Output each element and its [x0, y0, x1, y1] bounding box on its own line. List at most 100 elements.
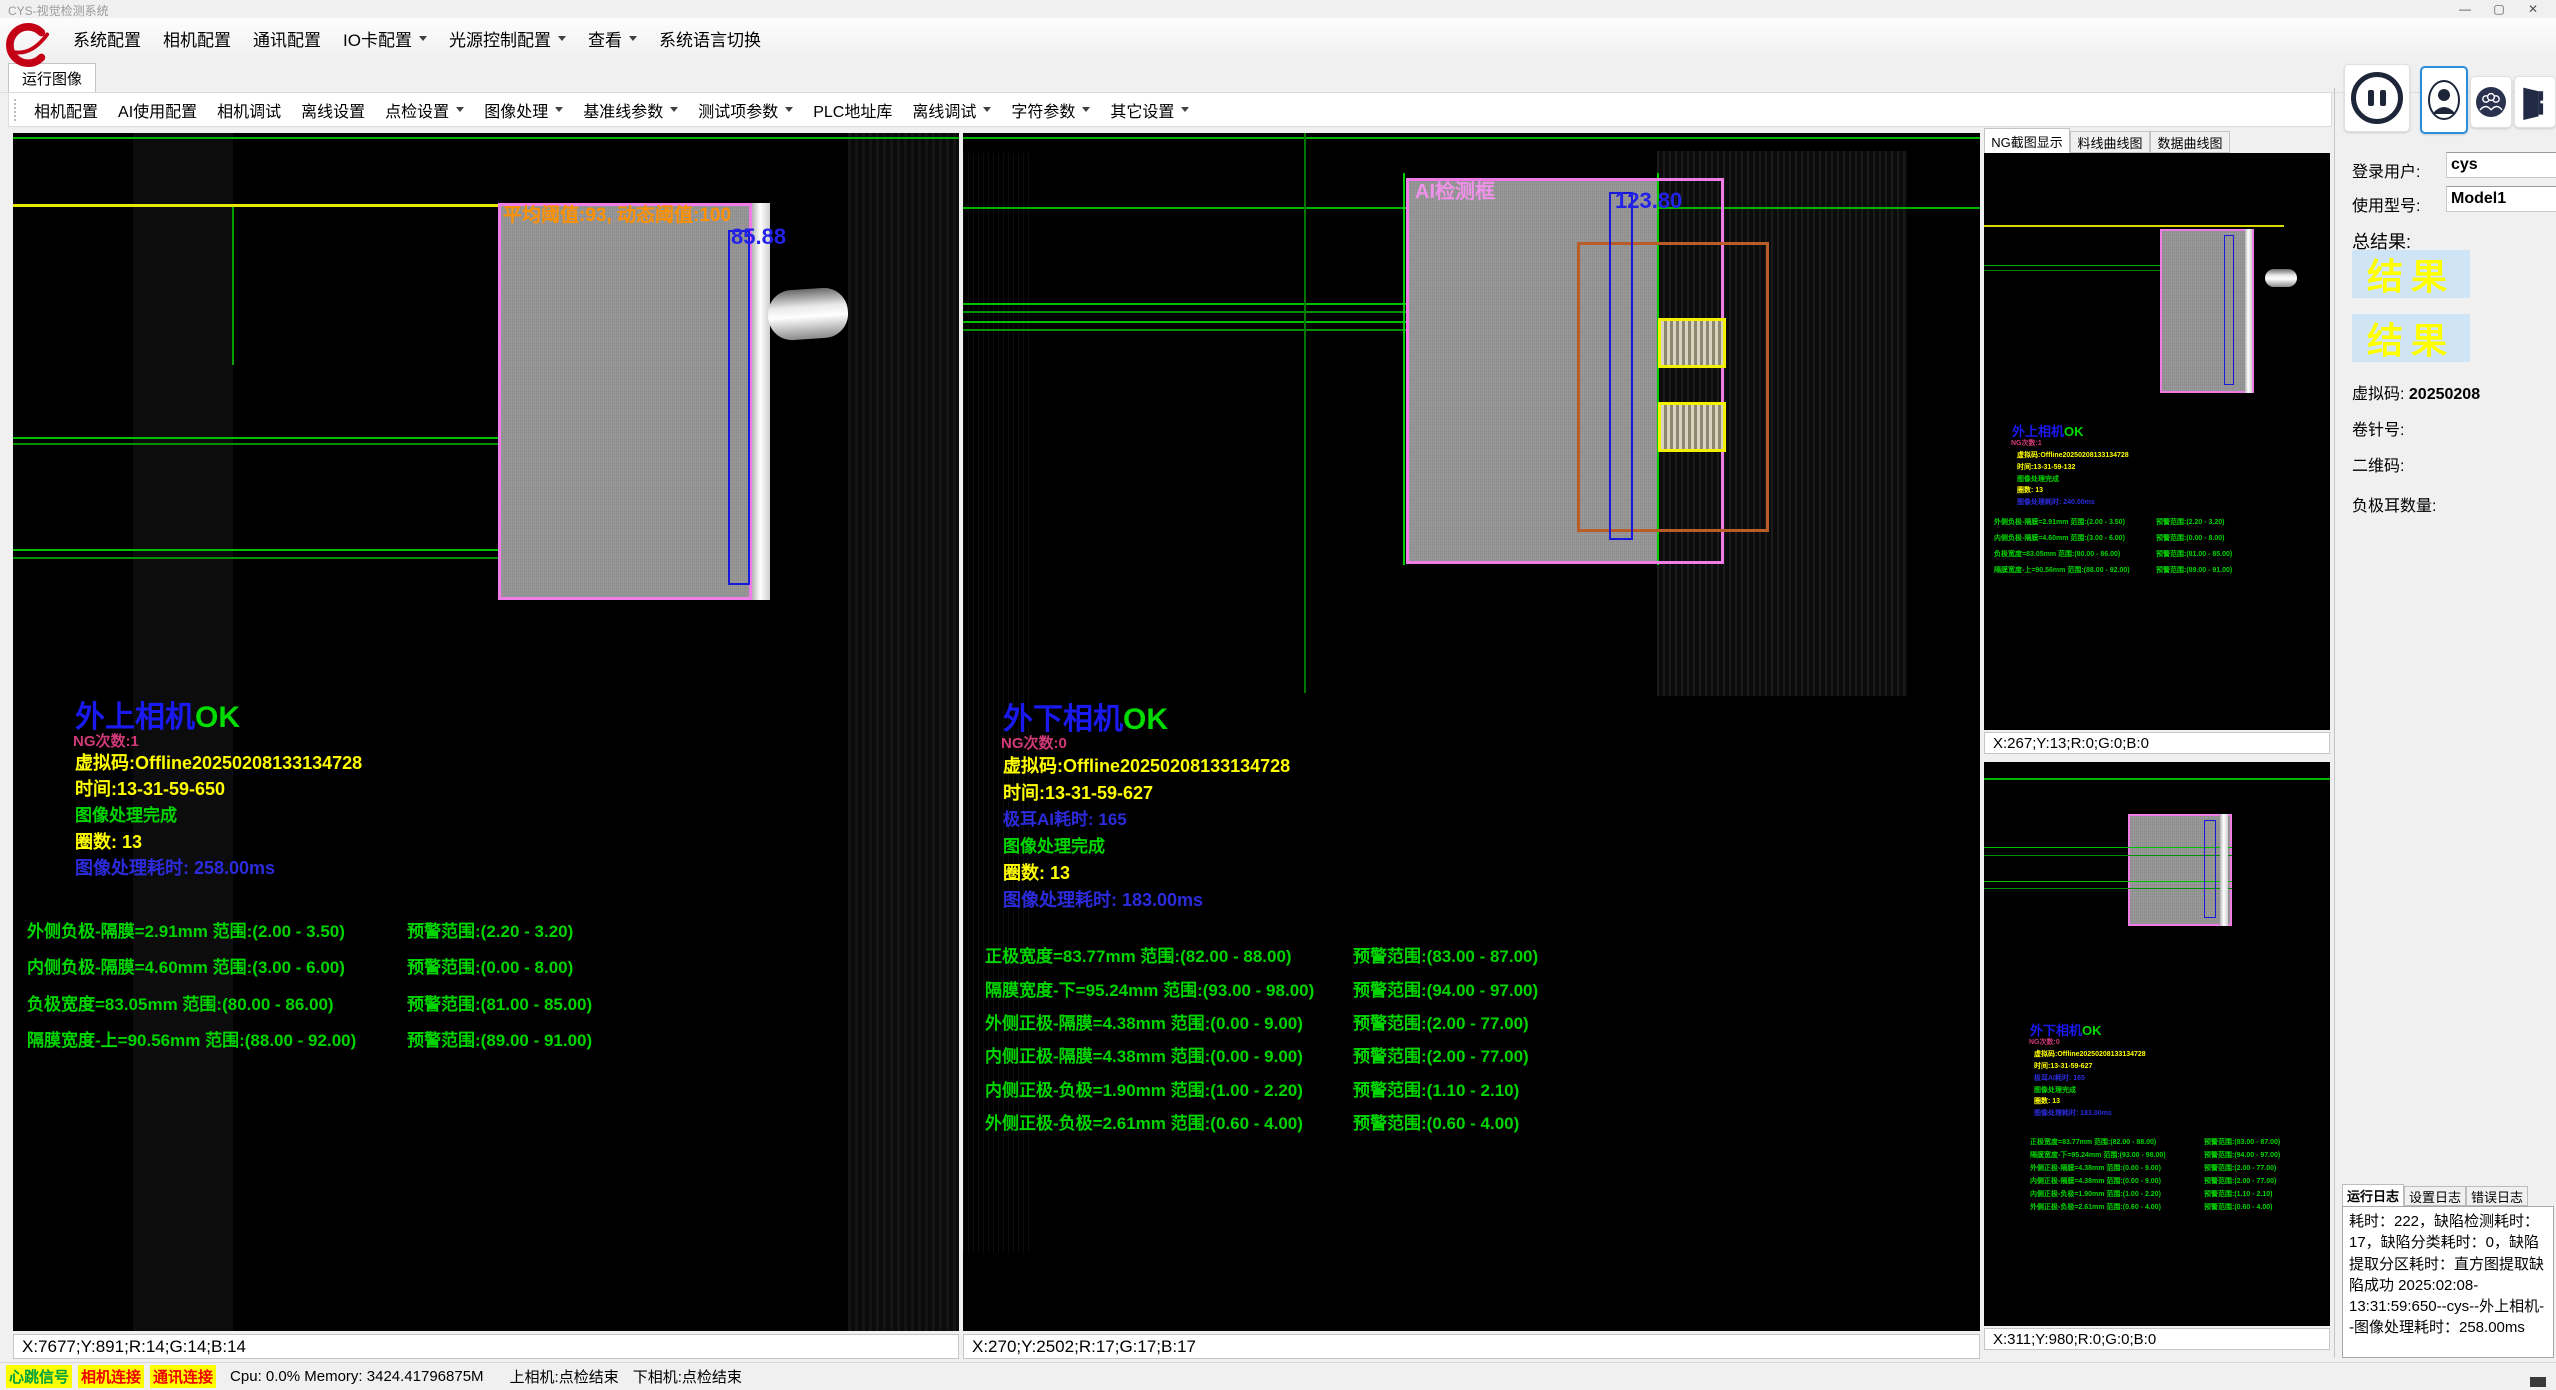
menu-camera-config[interactable]: 相机配置 [152, 22, 242, 55]
tab-detect-box-yellow [1658, 318, 1726, 368]
menu-view[interactable]: 查看 [577, 22, 648, 55]
result-badge-lower: 结果 [2352, 314, 2470, 362]
measurement-text: 内侧正极-负极=1.90mm 范围:(1.00 - 2.20) [985, 1081, 1303, 1100]
users-group-icon [2474, 85, 2508, 119]
window-title: CYS-视觉检测系统 [8, 2, 109, 19]
maximize-icon[interactable]: ▢ [2482, 0, 2516, 18]
chevron-down-icon [1082, 107, 1090, 112]
pause-button[interactable] [2344, 64, 2410, 132]
tab-run-log[interactable]: 运行日志 [2342, 1184, 2404, 1206]
tool-image-processing[interactable]: 图像处理 [474, 95, 573, 125]
menu-label: 光源控制配置 [449, 26, 551, 51]
tool-label: 测试项参数 [698, 98, 778, 122]
camera-result-title: 外上相机OK [75, 701, 240, 734]
warn-range-text: 预警范围:(0.00 - 8.00) [407, 953, 573, 978]
login-user-label: 登录用户: [2352, 158, 2420, 182]
ng-preview-upper-panel[interactable]: 外上相机OK NG次数:1 虚拟码:Offline202502081331347… [1984, 153, 2330, 730]
menu-comm-config[interactable]: 通讯配置 [242, 22, 332, 55]
bright-edge-strip [2220, 814, 2228, 926]
process-done-text: 图像处理完成 [75, 807, 177, 826]
close-icon[interactable]: ✕ [2516, 0, 2550, 18]
tab-line-curve[interactable]: 料线曲线图 [2070, 131, 2150, 153]
measurement-row: 内侧正极-负极=1.90mm 范围:(1.00 - 2.20)预警范围:(1.1… [985, 1076, 1965, 1101]
measurement-row: 外侧正极-隔膜=4.38mm 范围:(0.00 - 9.00)预警范围:(2.0… [985, 1009, 1965, 1034]
menu-label: 相机配置 [163, 26, 231, 51]
login-user-input[interactable] [2446, 152, 2556, 178]
warn-range-text: 预警范围:(94.00 - 97.00) [2204, 1150, 2280, 1160]
baseline-green [1984, 778, 2330, 780]
upper-camera-pixel-readout: X:7677;Y:891;R:14;G:14;B:14 [13, 1334, 959, 1359]
model-input[interactable] [2446, 186, 2556, 212]
measurement-row: 外侧负极-隔膜=2.91mm 范围:(2.00 - 3.50)预警范围:(2.2… [27, 917, 947, 942]
view-tab-row: 运行图像 [0, 58, 2556, 93]
chevron-down-icon [785, 107, 793, 112]
detect-region-box-pink [2128, 814, 2232, 926]
resize-grip[interactable] [2530, 1377, 2546, 1387]
measurement-row: 内侧负极-隔膜=4.60mm 范围:(3.00 - 6.00)预警范围:(0.0… [27, 953, 947, 978]
winding-pin-mini [2265, 269, 2297, 287]
tab-data-curve[interactable]: 数据曲线图 [2150, 131, 2230, 153]
user-manage-button[interactable] [2470, 76, 2512, 128]
menu-system-config[interactable]: 系统配置 [62, 22, 152, 55]
ng-preview-lower-panel[interactable]: 外下相机OK NG次数:0 虚拟码:Offline202502081331347… [1984, 762, 2330, 1326]
process-done-text: 图像处理完成 [2017, 476, 2059, 484]
tool-camera-debug[interactable]: 相机调试 [207, 95, 291, 125]
user-icon [2425, 78, 2463, 122]
measurement-text: 内侧正极-隔膜=4.38mm 范围:(0.00 - 9.00) [985, 1047, 1303, 1066]
lower-camera-image-panel[interactable]: AI检测框 123.80 外下相机OK NG次数:0 虚拟码:Offline20… [963, 133, 1980, 1331]
ai-elapsed-text: 极耳AI耗时: 165 [1003, 811, 1127, 830]
measurement-row: 隔膜宽度-上=90.56mm 范围:(88.00 - 92.00) 预警范围:(8… [1994, 565, 2324, 575]
tool-char-params[interactable]: 字符参数 [1001, 95, 1100, 125]
warn-range-text: 预警范围:(81.00 - 85.00) [2156, 549, 2232, 559]
measure-box-orange [1577, 242, 1769, 532]
detection-line-green [1984, 265, 2160, 266]
lower-camera-check-status: 下相机:点检结束 [633, 1366, 742, 1387]
measurement-row: 内侧负极-隔膜=4.60mm 范围:(3.00 - 6.00)预警范围:(0.0… [1994, 533, 2324, 543]
user-login-button[interactable] [2420, 66, 2468, 134]
tab-detect-box-yellow [1658, 402, 1726, 452]
tab-ng-screenshot[interactable]: NG截图显示 [1984, 128, 2070, 153]
tab-settings-log[interactable]: 设置日志 [2404, 1186, 2466, 1206]
menu-io-card-config[interactable]: IO卡配置 [332, 22, 438, 55]
edge-line-vertical-green [232, 207, 234, 365]
virtual-code-value: 20250208 [2409, 386, 2480, 403]
measurement-row: 外侧正极-负极=2.61mm 范围:(0.60 - 4.00)预警范围:(0.6… [985, 1109, 1965, 1134]
tool-spot-check-settings[interactable]: 点检设置 [375, 95, 474, 125]
measurement-text: 外侧正极-隔膜=4.38mm 范围:(0.00 - 9.00) [2030, 1165, 2161, 1172]
comm-link-status: 通讯连接 [150, 1365, 216, 1388]
detection-line-green [1984, 855, 2232, 856]
winding-pin-image [766, 286, 849, 341]
menu-language-switch[interactable]: 系统语言切换 [648, 22, 772, 55]
tool-ai-use-config[interactable]: AI使用配置 [108, 95, 207, 125]
upper-camera-image-panel[interactable]: 平均阈值:93, 动态阈值:100 85.88 外上相机OK NG次数:1 虚拟… [13, 133, 959, 1331]
tool-offline-settings[interactable]: 离线设置 [291, 95, 375, 125]
chevron-down-icon [1181, 107, 1189, 112]
tool-test-item-params[interactable]: 测试项参数 [688, 95, 803, 125]
tool-baseline-params[interactable]: 基准线参数 [573, 95, 688, 125]
menu-light-control-config[interactable]: 光源控制配置 [438, 22, 577, 55]
measurement-text: 隔膜宽度-上=90.56mm 范围:(88.00 - 92.00) [1994, 567, 2130, 574]
warn-range-text: 预警范围:(89.00 - 91.00) [2156, 565, 2232, 575]
menu-label: 系统语言切换 [659, 26, 761, 51]
chevron-down-icon [670, 107, 678, 112]
tool-plc-address-lib[interactable]: PLC地址库 [803, 95, 902, 125]
heartbeat-status: 心跳信号 [6, 1365, 72, 1388]
tool-offline-debug[interactable]: 离线调试 [902, 95, 1001, 125]
exit-button[interactable] [2514, 76, 2556, 128]
tool-other-settings[interactable]: 其它设置 [1100, 95, 1199, 125]
tool-label: 相机调试 [217, 98, 281, 122]
tool-camera-config[interactable]: 相机配置 [24, 95, 108, 125]
measurement-row: 正极宽度=83.77mm 范围:(82.00 - 88.00)预警范围:(83.… [985, 942, 1965, 967]
loop-count-text: 圈数: 13 [2034, 1098, 2060, 1106]
tool-label: 离线设置 [301, 98, 365, 122]
status-ok: OK [2082, 1023, 2102, 1038]
tab-error-log[interactable]: 错误日志 [2466, 1186, 2528, 1206]
measurement-row: 外侧正极-负极=2.61mm 范围:(0.60 - 4.00)预警范围:(0.6… [2030, 1202, 2325, 1212]
qrcode-label: 二维码: [2352, 452, 2404, 476]
window-controls: — ▢ ✕ [2448, 0, 2550, 18]
minimize-icon[interactable]: — [2448, 0, 2482, 18]
toolbar-grip[interactable] [14, 99, 16, 121]
measurement-text: 正极宽度=83.77mm 范围:(82.00 - 88.00) [2030, 1139, 2156, 1146]
bright-edge-strip [2245, 229, 2252, 393]
measurement-text: 外侧正极-隔膜=4.38mm 范围:(0.00 - 9.00) [985, 1014, 1303, 1033]
